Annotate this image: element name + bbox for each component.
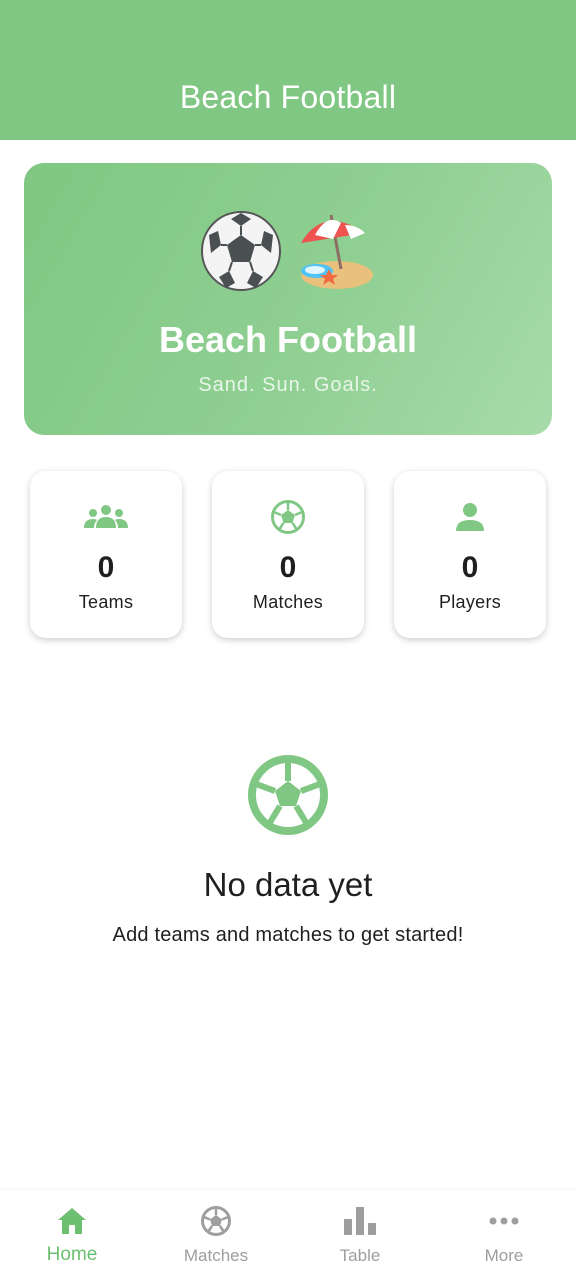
app-root: Beach Football Beach Football Sand. Sun.… <box>0 0 576 1280</box>
teams-count: 0 <box>97 551 115 584</box>
bar-chart-icon <box>288 1204 432 1238</box>
group-icon <box>30 499 182 535</box>
matches-count: 0 <box>279 551 297 584</box>
stat-card-players[interactable]: 0 Players <box>394 471 546 638</box>
players-count: 0 <box>461 551 479 584</box>
nav-item-home[interactable]: Home <box>0 1190 144 1280</box>
nav-item-matches[interactable]: Matches <box>144 1190 288 1280</box>
home-icon <box>0 1204 144 1238</box>
beach-umbrella-emoji-icon <box>301 214 373 289</box>
matches-label: Matches <box>252 592 324 612</box>
empty-state-message: Add teams and matches to get started! <box>112 924 464 946</box>
nav-item-more[interactable]: More <box>432 1190 576 1280</box>
bottom-nav: Home Matches Table More <box>0 1190 576 1280</box>
soccer-ball-emoji-icon <box>201 211 281 291</box>
nav-label-table: Table <box>339 1246 381 1265</box>
hero-banner: Beach Football Sand. Sun. Goals. <box>24 163 552 435</box>
hero-emoji-row <box>24 209 552 293</box>
teams-label: Teams <box>78 592 134 612</box>
nav-label-matches: Matches <box>183 1246 249 1265</box>
more-horiz-icon <box>432 1204 576 1238</box>
soccer-ball-icon <box>144 1204 288 1238</box>
nav-item-table[interactable]: Table <box>288 1190 432 1280</box>
person-icon <box>394 499 546 535</box>
empty-state-title: No data yet <box>203 866 373 903</box>
hero-subtitle: Sand. Sun. Goals. <box>198 374 378 396</box>
app-bar-title: Beach Football <box>179 79 397 115</box>
stat-card-teams[interactable]: 0 Teams <box>30 471 182 638</box>
app-bar: Beach Football <box>0 0 576 140</box>
nav-label-home: Home <box>46 1244 98 1265</box>
players-label: Players <box>438 592 502 612</box>
hero-title: Beach Football <box>158 319 418 360</box>
nav-label-more: More <box>484 1246 524 1265</box>
stat-card-matches[interactable]: 0 Matches <box>212 471 364 638</box>
soccer-ball-icon <box>248 755 328 835</box>
soccer-ball-icon <box>212 499 364 535</box>
